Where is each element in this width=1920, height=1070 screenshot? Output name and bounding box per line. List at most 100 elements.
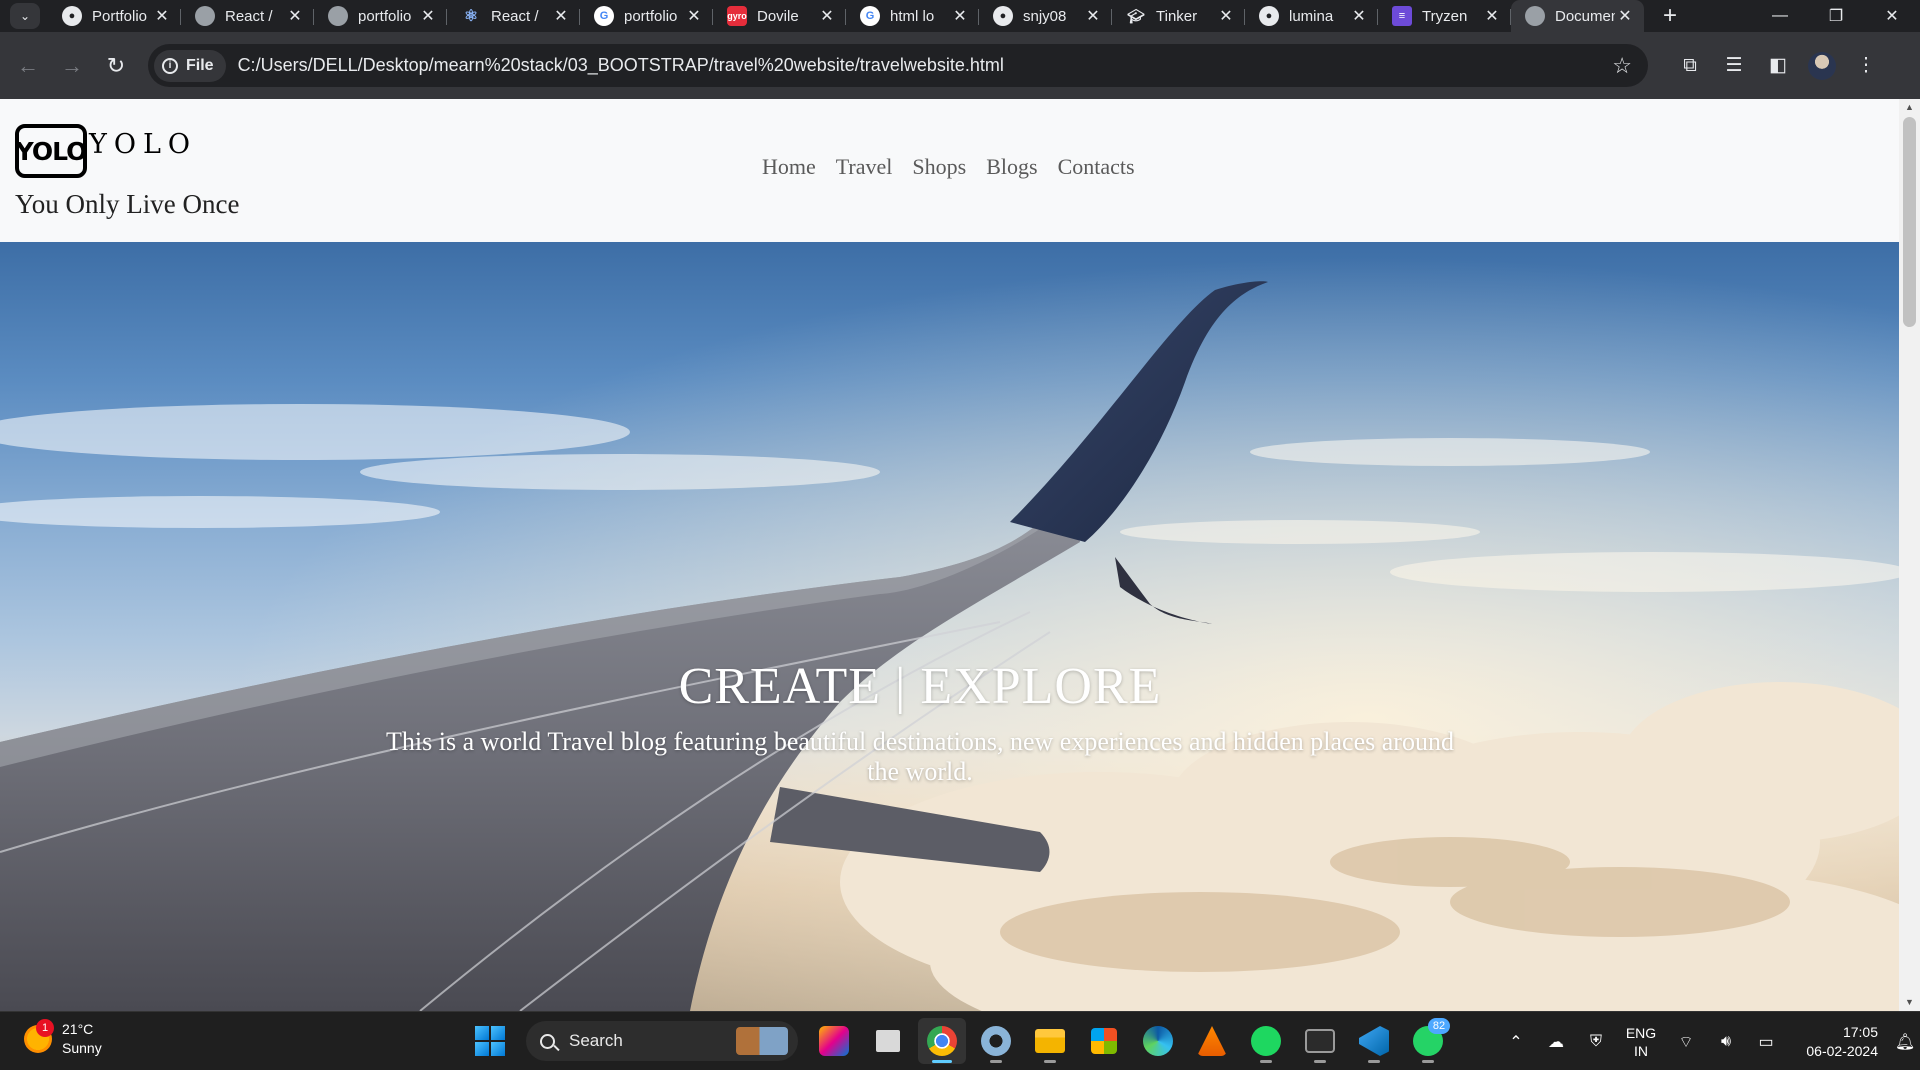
vlc-app[interactable]	[1188, 1018, 1236, 1064]
close-tab-icon[interactable]: ✕	[1483, 6, 1501, 26]
terminal-app[interactable]	[1296, 1018, 1344, 1064]
browser-tab[interactable]: Document✕	[1511, 0, 1644, 32]
edge-app[interactable]	[1134, 1018, 1182, 1064]
browser-tab[interactable]: Gportfolio ✕	[580, 0, 713, 32]
weather-condition: Sunny	[62, 1040, 102, 1056]
window-controls: — ❐ ✕	[1752, 0, 1920, 32]
browser-tab[interactable]: ≡ Tryzen ✕	[1378, 0, 1511, 32]
edge-icon	[1143, 1026, 1173, 1056]
volume-icon[interactable]: 🔊︎	[1706, 1033, 1746, 1051]
defender-icon[interactable]: ⛨	[1576, 1033, 1616, 1051]
extensions-icon[interactable]: ⧉	[1668, 55, 1712, 77]
close-tab-icon[interactable]: ✕	[951, 6, 969, 26]
tab-title: React /	[225, 7, 273, 25]
close-tab-icon[interactable]: ✕	[286, 6, 304, 26]
browser-tab[interactable]: ● snjy08 ✕	[979, 0, 1112, 32]
browser-tab[interactable]: gyro Dovile ✕	[713, 0, 846, 32]
file-explorer-app[interactable]	[1026, 1018, 1074, 1064]
browser-toolbar: ← → ↻ i File C:/Users/DELL/Desktop/mearn…	[0, 32, 1920, 99]
close-tab-icon[interactable]: ✕	[552, 6, 570, 26]
back-button[interactable]: ←	[6, 44, 50, 88]
settings-app[interactable]	[972, 1018, 1020, 1064]
vscode-app[interactable]	[1350, 1018, 1398, 1064]
restore-button[interactable]: ❐	[1808, 0, 1864, 32]
notification-badge: 1	[36, 1019, 54, 1037]
close-tab-icon[interactable]: ✕	[419, 6, 437, 26]
store-app[interactable]	[1080, 1018, 1128, 1064]
menu-kebab-icon[interactable]: ⋮	[1844, 54, 1888, 77]
copilot-icon	[819, 1026, 849, 1056]
search-icon	[540, 1033, 555, 1049]
reload-button[interactable]: ↻	[94, 44, 138, 88]
side-panel-icon[interactable]: ◧	[1756, 54, 1800, 77]
browser-tab[interactable]: 🎓︎ Tinker ✕	[1112, 0, 1245, 32]
chrome-icon	[927, 1026, 957, 1056]
address-bar[interactable]: i File C:/Users/DELL/Desktop/mearn%20sta…	[148, 44, 1648, 87]
close-tab-icon[interactable]: ✕	[685, 6, 703, 26]
brand-name: YOLO	[89, 129, 198, 160]
browser-tab[interactable]: ● Portfolio ✕	[48, 0, 181, 32]
nav-link-blogs[interactable]: Blogs	[986, 154, 1037, 180]
browser-tab[interactable]: React / ✕	[181, 0, 314, 32]
tab-search-button[interactable]: ⌄	[10, 3, 40, 29]
scroll-down-icon[interactable]: ▼	[1899, 994, 1920, 1011]
close-tab-icon[interactable]: ✕	[818, 6, 836, 26]
browser-tab-strip: ⌄ ● Portfolio ✕ React / ✕ portfolio ✕ ⚛ React / ✕…	[0, 0, 1920, 32]
wifi-icon[interactable]: ⌔	[1666, 1032, 1706, 1052]
tab-title: Dovile	[757, 7, 799, 25]
task-view-app[interactable]	[864, 1018, 912, 1064]
browser-tab[interactable]: Ghtml lo ✕	[846, 0, 979, 32]
minimize-button[interactable]: —	[1752, 0, 1808, 32]
forward-button[interactable]: →	[50, 44, 94, 88]
taskbar-search[interactable]: Search	[526, 1021, 798, 1061]
tab-title: portfolio	[624, 7, 678, 25]
new-tab-button[interactable]: +	[1656, 2, 1684, 30]
scroll-up-icon[interactable]: ▲	[1899, 99, 1920, 116]
nav-link-contacts[interactable]: Contacts	[1058, 154, 1135, 180]
onedrive-icon[interactable]: ☁	[1536, 1032, 1576, 1052]
nav-link-shops[interactable]: Shops	[912, 154, 966, 180]
battery-icon[interactable]: ▭	[1746, 1032, 1786, 1052]
scroll-thumb[interactable]	[1903, 117, 1916, 327]
nav-link-travel[interactable]: Travel	[836, 154, 893, 180]
close-tab-icon[interactable]: ✕	[1616, 6, 1634, 26]
whatsapp-app[interactable]: 82	[1404, 1018, 1452, 1064]
airplane-wing-photo	[0, 242, 1899, 1011]
chrome-app[interactable]	[918, 1018, 966, 1064]
scheme-label: File	[186, 56, 214, 74]
nav-link-home[interactable]: Home	[762, 154, 816, 180]
react-icon: ⚛	[463, 8, 479, 25]
close-tab-icon[interactable]: ✕	[1350, 6, 1368, 26]
search-label: Search	[569, 1031, 623, 1050]
tab-title: lumina	[1289, 7, 1334, 25]
github-icon: ●	[993, 6, 1013, 26]
page-scrollbar[interactable]: ▲ ▼	[1899, 99, 1920, 1011]
close-tab-icon[interactable]: ✕	[1084, 6, 1102, 26]
github-icon: ●	[1259, 6, 1279, 26]
close-tab-icon[interactable]: ✕	[153, 6, 171, 26]
start-button[interactable]	[466, 1018, 514, 1064]
media-controls-icon[interactable]: ☰	[1712, 54, 1756, 77]
site-info-chip[interactable]: i File	[154, 49, 226, 82]
weather-widget[interactable]: 1 21°C Sunny	[24, 1019, 102, 1058]
notification-bell-icon[interactable]: 🔔︎	[1890, 1032, 1920, 1052]
spotify-app[interactable]	[1242, 1018, 1290, 1064]
browser-tab[interactable]: ● lumina ✕	[1245, 0, 1378, 32]
bookmark-star-icon[interactable]: ☆	[1612, 53, 1632, 79]
info-icon: i	[162, 57, 178, 74]
task-view-icon	[876, 1030, 900, 1052]
close-window-button[interactable]: ✕	[1864, 0, 1920, 32]
input-language[interactable]: ENG IN	[1616, 1024, 1666, 1060]
whatsapp-badge: 82	[1428, 1018, 1450, 1034]
chevron-up-icon[interactable]: ⌃	[1496, 1032, 1536, 1052]
copilot-app[interactable]	[810, 1018, 858, 1064]
browser-tab[interactable]: portfolio ✕	[314, 0, 447, 32]
url-text[interactable]: C:/Users/DELL/Desktop/mearn%20stack/03_B…	[238, 55, 1004, 76]
arrow-left-icon: ←	[17, 52, 39, 78]
google-icon: G	[594, 6, 614, 26]
system-clock[interactable]: 17:05 06-02-2024	[1786, 1023, 1878, 1061]
browser-tab[interactable]: ⚛ React / ✕	[447, 0, 580, 32]
close-tab-icon[interactable]: ✕	[1217, 6, 1235, 26]
profile-avatar[interactable]	[1808, 51, 1836, 80]
site-logo[interactable]: YOLO	[15, 124, 87, 178]
